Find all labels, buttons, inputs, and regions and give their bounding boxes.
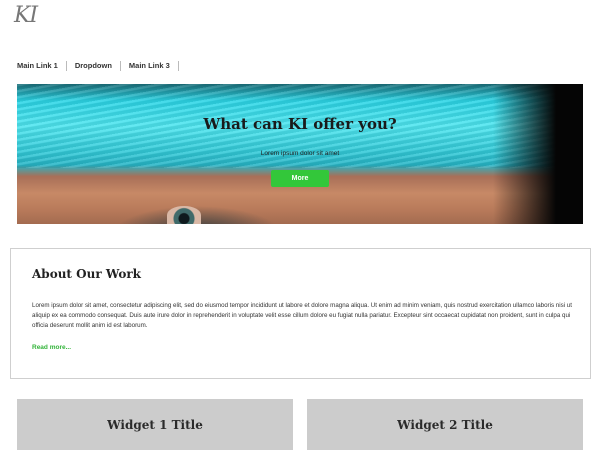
hero-subtitle: Lorem ipsum dolor sit amet (260, 150, 340, 157)
about-body: Lorem ipsum dolor sit amet, consectetur … (32, 302, 572, 329)
read-more-link[interactable]: Read more... (32, 344, 71, 351)
hero-title: What can KI offer you? (203, 115, 397, 133)
widget-1-title: Widget 1 Title (107, 417, 203, 432)
widget-2: Widget 2 Title (307, 399, 583, 450)
hero-eye-image (167, 206, 201, 224)
more-button[interactable]: More (271, 170, 329, 187)
nav-main-link-1[interactable]: Main Link 1 (17, 61, 67, 71)
widget-1: Widget 1 Title (17, 399, 293, 450)
nav-main-link-3[interactable]: Main Link 3 (121, 61, 179, 71)
hero-banner: What can KI offer you? Lorem ipsum dolor… (17, 84, 583, 224)
widget-2-title: Widget 2 Title (397, 417, 493, 432)
main-nav: Main Link 1 Dropdown Main Link 3 (17, 61, 179, 71)
about-title: About Our Work (32, 267, 141, 281)
nav-dropdown[interactable]: Dropdown (67, 61, 121, 71)
site-logo[interactable]: KI (14, 3, 38, 28)
about-section: About Our Work Lorem ipsum dolor sit ame… (10, 248, 591, 379)
